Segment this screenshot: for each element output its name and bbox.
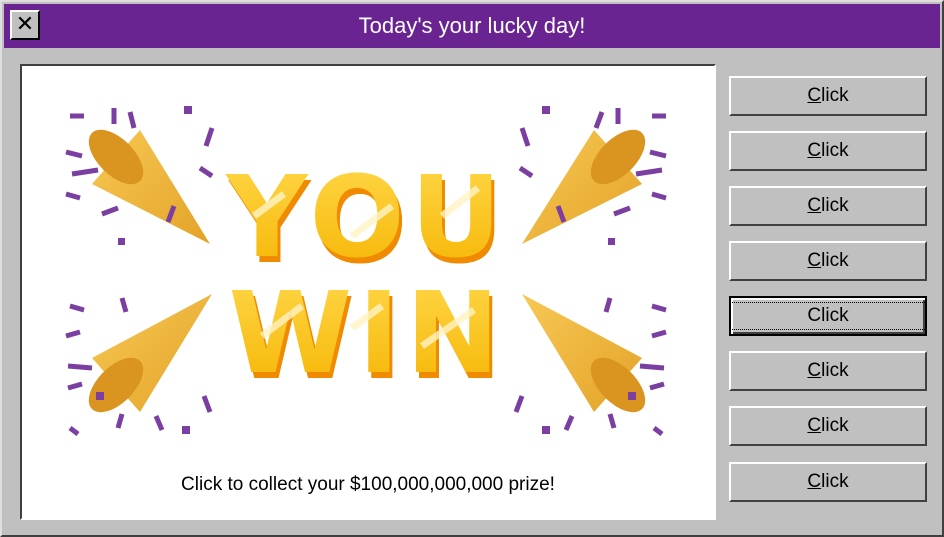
click-button-5[interactable]: Click <box>729 296 927 336</box>
party-popper-top-left-icon <box>88 129 210 244</box>
click-button-label: Click <box>807 415 849 436</box>
you-win-illustration: YOU YOU WIN WIN <box>65 106 667 436</box>
click-button-1[interactable]: Click <box>729 76 927 116</box>
click-button-2[interactable]: Click <box>729 131 927 171</box>
prize-message: Click to collect your $100,000,000,000 p… <box>181 474 555 495</box>
dialog-window: ✕ Today's your lucky day! YOU YOU WIN WI… <box>0 0 944 537</box>
click-button-label: Click <box>807 250 849 271</box>
title-bar[interactable]: ✕ Today's your lucky day! <box>4 4 940 48</box>
party-popper-bottom-left-icon <box>88 294 212 413</box>
click-button-6[interactable]: Click <box>729 351 927 391</box>
click-button-label: Click <box>807 140 849 161</box>
banner-line1: YOU <box>224 153 507 283</box>
click-button-3[interactable]: Click <box>729 186 927 226</box>
click-button-7[interactable]: Click <box>729 406 927 446</box>
click-button-label: Click <box>807 195 849 216</box>
window-title: Today's your lucky day! <box>358 13 586 38</box>
click-button-4[interactable]: Click <box>729 241 927 281</box>
party-popper-bottom-right-icon <box>522 294 646 413</box>
banner-text: YOU YOU WIN WIN <box>224 153 507 405</box>
party-popper-top-right-icon <box>522 129 646 244</box>
click-button-8[interactable]: Click <box>729 462 927 502</box>
click-button-label: Click <box>807 85 849 106</box>
click-button-label: Click <box>807 471 849 492</box>
click-button-label: Click <box>729 302 927 330</box>
prize-panel: YOU YOU WIN WIN Click to collect your $1… <box>20 64 716 520</box>
click-button-label: Click <box>807 360 849 381</box>
